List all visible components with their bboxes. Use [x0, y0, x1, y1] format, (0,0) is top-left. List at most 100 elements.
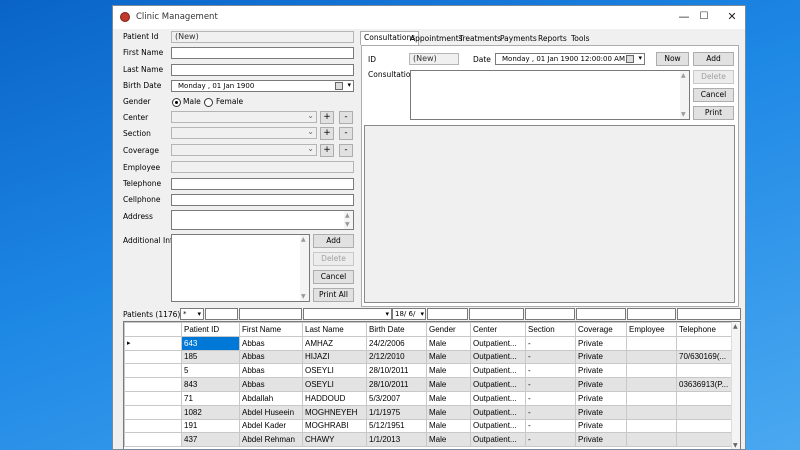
- table-cell[interactable]: -: [525, 418, 576, 434]
- table-row[interactable]: 191 Abdel Kader MOGHRABI 5/12/1951 Male Outpa…: [124, 418, 732, 434]
- table-cell[interactable]: -: [525, 390, 576, 406]
- table-cell[interactable]: AMHAZ: [302, 335, 367, 351]
- print-all-button[interactable]: Print All: [313, 288, 354, 302]
- gender-female-radio[interactable]: [204, 98, 213, 107]
- row-header[interactable]: [124, 363, 182, 379]
- employee-filter[interactable]: [627, 308, 676, 320]
- remove-coverage-button[interactable]: -: [339, 144, 353, 157]
- table-cell[interactable]: [676, 335, 732, 351]
- table-cell[interactable]: -: [525, 404, 576, 420]
- table-cell[interactable]: Private: [575, 335, 627, 351]
- center-select[interactable]: ⌄: [171, 111, 317, 123]
- patient-id-filter[interactable]: [205, 308, 238, 320]
- table-cell[interactable]: [676, 432, 732, 448]
- birth-date-filter[interactable]: 18/ 6/ ▾: [392, 308, 426, 320]
- patient-delete-button[interactable]: Delete: [313, 252, 354, 266]
- address-input[interactable]: ▲ ▼: [171, 210, 354, 230]
- row-header[interactable]: [124, 349, 182, 365]
- table-cell[interactable]: 03636913(P...: [676, 377, 732, 392]
- column-header[interactable]: Last Name: [302, 322, 367, 337]
- table-cell[interactable]: 843: [181, 377, 240, 392]
- column-header[interactable]: Gender: [426, 322, 471, 337]
- table-cell[interactable]: -: [525, 349, 576, 365]
- section-filter[interactable]: [525, 308, 575, 320]
- consultation-delete-button[interactable]: Delete: [693, 70, 734, 84]
- add-coverage-button[interactable]: +: [320, 144, 334, 157]
- table-cell[interactable]: Male: [426, 432, 471, 448]
- table-cell[interactable]: Outpatient...: [470, 377, 526, 392]
- first-name-filter[interactable]: [239, 308, 302, 320]
- coverage-select[interactable]: ⌄: [171, 144, 317, 156]
- table-cell[interactable]: Abbas: [239, 349, 303, 365]
- table-cell[interactable]: Male: [426, 377, 471, 392]
- telephone-input[interactable]: [171, 178, 354, 190]
- section-select[interactable]: ⌄: [171, 127, 317, 139]
- table-cell[interactable]: [676, 363, 732, 379]
- last-name-filter[interactable]: ▾: [303, 308, 392, 320]
- table-cell[interactable]: 437: [181, 432, 240, 448]
- table-cell[interactable]: 70/630169(...: [676, 349, 732, 365]
- table-cell[interactable]: 5: [181, 363, 240, 379]
- table-row[interactable]: ▸ 643 Abbas AMHAZ 24/2/2006 Male Outpatient...…: [124, 335, 732, 351]
- table-cell[interactable]: Abbas: [239, 363, 303, 379]
- table-cell[interactable]: [676, 404, 732, 420]
- table-cell[interactable]: MOGHRABI: [302, 418, 367, 434]
- table-cell[interactable]: Private: [575, 349, 627, 365]
- gender-column-filter[interactable]: [427, 308, 468, 320]
- additional-info-scrollbar[interactable]: ▲ ▼: [300, 235, 309, 301]
- table-cell[interactable]: 643: [181, 335, 240, 351]
- maximize-button[interactable]: ☐: [689, 6, 719, 28]
- table-cell[interactable]: -: [525, 363, 576, 379]
- last-name-input[interactable]: [171, 64, 354, 76]
- table-cell[interactable]: Private: [575, 363, 627, 379]
- table-cell[interactable]: 1/1/2013: [366, 432, 427, 448]
- table-cell[interactable]: [626, 418, 677, 434]
- table-cell[interactable]: Male: [426, 335, 471, 351]
- table-cell[interactable]: MOGHNEYEH: [302, 404, 367, 420]
- table-row[interactable]: 71 Abdallah HADDOUD 5/3/2007 Male Outpatient.…: [124, 390, 732, 406]
- table-cell[interactable]: Outpatient...: [470, 390, 526, 406]
- table-row[interactable]: 5 Abbas OSEYLI 28/10/2011 Male Outpatient... -…: [124, 363, 732, 379]
- column-header[interactable]: Telephone: [676, 322, 732, 337]
- grid-scrollbar[interactable]: ▲ ▼: [731, 322, 740, 449]
- table-cell[interactable]: HIJAZI: [302, 349, 367, 365]
- consultation-scrollbar[interactable]: ▲ ▼: [680, 71, 689, 119]
- table-row[interactable]: 437 Abdel Rehman CHAWY 1/1/2013 Male Outpatie…: [124, 432, 732, 448]
- address-scrollbar[interactable]: ▲ ▼: [344, 211, 353, 229]
- table-cell[interactable]: Outpatient...: [470, 432, 526, 448]
- table-cell[interactable]: Private: [575, 404, 627, 420]
- cellphone-input[interactable]: [171, 194, 354, 206]
- table-cell[interactable]: Private: [575, 418, 627, 434]
- column-header[interactable]: Coverage: [575, 322, 627, 337]
- table-cell[interactable]: Abbas: [239, 377, 303, 392]
- table-cell[interactable]: Abbas: [239, 335, 303, 351]
- now-button[interactable]: Now: [656, 52, 689, 66]
- table-row[interactable]: 185 Abbas HIJAZI 2/12/2010 Male Outpatient...…: [124, 349, 732, 365]
- column-header[interactable]: Center: [470, 322, 526, 337]
- table-cell[interactable]: OSEYLI: [302, 377, 367, 392]
- table-cell[interactable]: Abdallah: [239, 390, 303, 406]
- center-filter[interactable]: [469, 308, 524, 320]
- table-cell[interactable]: Outpatient...: [470, 363, 526, 379]
- table-cell[interactable]: Male: [426, 418, 471, 434]
- table-cell[interactable]: [626, 404, 677, 420]
- gender-male-radio[interactable]: [172, 98, 181, 107]
- table-cell[interactable]: Outpatient...: [470, 418, 526, 434]
- table-cell[interactable]: Private: [575, 390, 627, 406]
- table-cell[interactable]: [676, 418, 732, 434]
- column-header[interactable]: First Name: [239, 322, 303, 337]
- table-row[interactable]: 1082 Abdel Huseein MOGHNEYEH 1/1/1975 Male Ou…: [124, 404, 732, 420]
- table-cell[interactable]: [626, 349, 677, 365]
- tab-tools[interactable]: Tools: [567, 32, 593, 45]
- table-cell[interactable]: [676, 390, 732, 406]
- table-cell[interactable]: [626, 377, 677, 392]
- row-header[interactable]: [124, 377, 182, 392]
- table-cell[interactable]: Abdel Kader: [239, 418, 303, 434]
- table-cell[interactable]: 71: [181, 390, 240, 406]
- table-cell[interactable]: Male: [426, 349, 471, 365]
- table-cell[interactable]: Private: [575, 377, 627, 392]
- remove-section-button[interactable]: -: [339, 127, 353, 140]
- consultation-text-input[interactable]: ▲ ▼: [410, 70, 690, 120]
- table-cell[interactable]: Abdel Rehman: [239, 432, 303, 448]
- table-cell[interactable]: [626, 363, 677, 379]
